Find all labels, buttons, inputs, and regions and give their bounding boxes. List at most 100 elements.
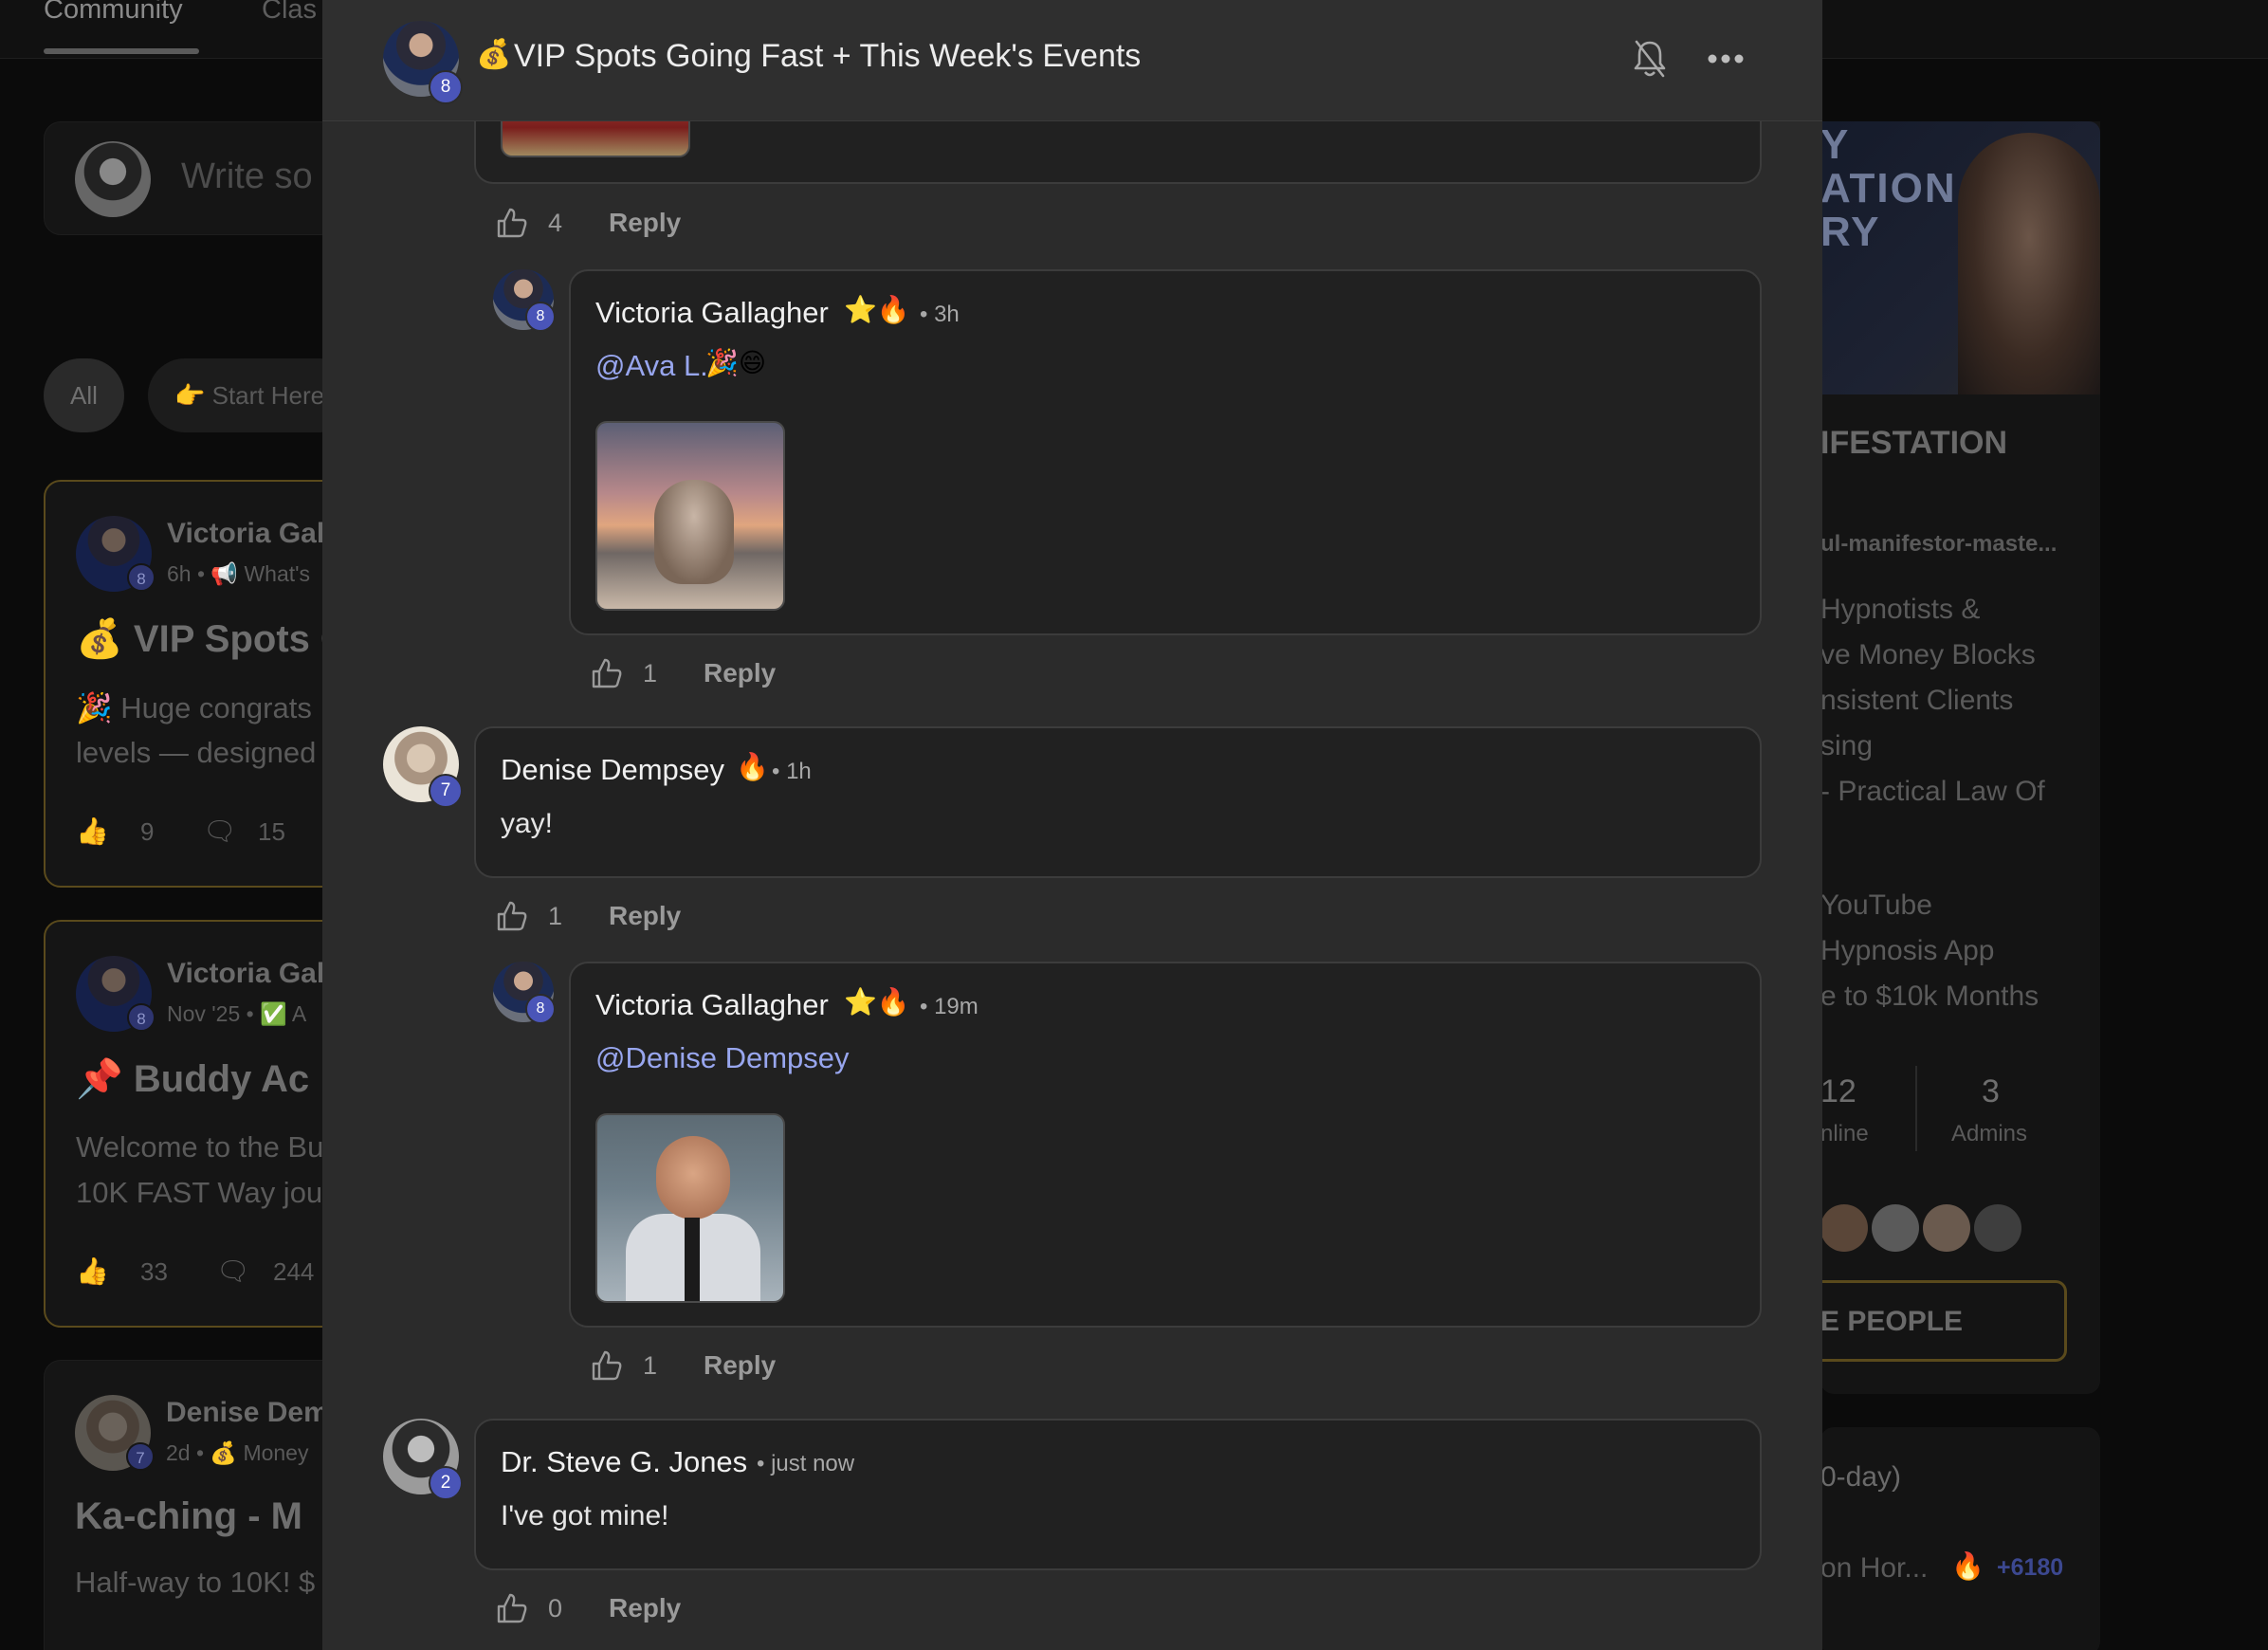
filter-chip-all[interactable]: All — [44, 358, 124, 432]
thumbs-up-icon[interactable] — [590, 1348, 624, 1383]
leader-name[interactable]: on Hor... — [1820, 1552, 1928, 1585]
active-tab-indicator — [44, 48, 199, 54]
group-link[interactable]: e to $10k Months — [1820, 981, 2039, 1013]
comment-author[interactable]: Denise Dempsey — [501, 753, 724, 787]
moneybag-icon: 💰 — [476, 39, 512, 70]
thumbs-up-icon[interactable]: 👍 — [76, 1256, 109, 1287]
post-excerpt: levels — designed — [76, 736, 317, 769]
tab-community[interactable]: Community — [44, 0, 183, 26]
comment-time: • 1h — [772, 759, 812, 784]
level-badge: 7 — [429, 774, 463, 808]
post-excerpt: Welcome to the Bu — [76, 1130, 324, 1164]
like-count: 1 — [548, 901, 563, 930]
group-url[interactable]: ul-manifestor-maste... — [1820, 531, 2057, 558]
level-badge: 8 — [127, 563, 155, 592]
group-description: nsistent Clients — [1820, 685, 2014, 716]
comment-actions: 4 Reply — [495, 204, 681, 242]
author-badges: 🔥 — [736, 752, 769, 781]
bell-off-icon[interactable] — [1631, 38, 1669, 80]
level-badge: 8 — [525, 994, 556, 1024]
group-description: - Practical Law Of — [1820, 776, 2045, 807]
group-link[interactable]: YouTube — [1820, 889, 1932, 922]
like-count: 0 — [548, 1593, 563, 1622]
comment-icon: 🗨 — [216, 1256, 250, 1286]
leader-points: +6180 — [1997, 1554, 2064, 1581]
post-title: VIP Spots Going Fast + This Week's Event… — [514, 38, 1142, 74]
comment-actions: 1 Reply — [590, 1347, 776, 1384]
reply-button[interactable]: Reply — [609, 208, 681, 238]
thumbs-up-icon[interactable]: 👍 — [76, 816, 109, 847]
comment-author[interactable]: Victoria Gallagher — [595, 988, 829, 1022]
post-meta: Nov '25 • ✅ A — [167, 1001, 307, 1026]
member-avatars — [1820, 1204, 2086, 1254]
stat-label: Admins — [1951, 1121, 2028, 1146]
tab-classroom[interactable]: Clas — [262, 0, 317, 26]
host-photo — [1958, 133, 2100, 394]
post-meta: 6h • 📢 What's — [167, 561, 311, 586]
comment-text: I've got mine! — [501, 1500, 669, 1531]
comment-text: yay! — [501, 808, 554, 839]
comment-time: • just now — [757, 1451, 855, 1476]
post-author: Denise Dem — [166, 1397, 329, 1428]
user-mention[interactable]: @Ava L. — [595, 349, 708, 383]
modal-header: 8 💰 VIP Spots Going Fast + This Week's E… — [322, 0, 1822, 121]
reply-button[interactable]: Reply — [704, 658, 776, 688]
gif-dancing-seal[interactable] — [595, 421, 785, 611]
post-title: 💰 VIP Spots G — [76, 618, 347, 660]
like-count: 1 — [643, 1350, 658, 1380]
avatar — [75, 141, 151, 217]
comment-icon: 🗨 — [203, 816, 237, 846]
post-card[interactable]: 8 Victoria Gal Nov '25 • ✅ A 📌 Buddy Ac … — [44, 920, 347, 1328]
level-badge: 2 — [429, 1466, 463, 1500]
thumbs-up-icon[interactable] — [495, 899, 529, 933]
like-count: 33 — [140, 1257, 168, 1286]
post-author: Victoria Gal — [167, 958, 325, 989]
app-root: { "background": { "tabs": [ {"label": "C… — [0, 0, 2268, 1650]
divider — [1915, 1066, 1917, 1151]
invite-people-button[interactable]: E PEOPLE — [1811, 1280, 2067, 1362]
stat-value: 12 — [1820, 1073, 1856, 1109]
level-badge: 8 — [429, 70, 463, 104]
reply-button[interactable]: Reply — [609, 1593, 681, 1623]
post-meta: 2d • 💰 Money — [166, 1440, 309, 1465]
group-cover-image: Y ATION RY — [1792, 121, 2100, 394]
comment-bubble: Victoria Gallagher ⭐🔥 • 19m @Denise Demp… — [569, 962, 1762, 1328]
comment-actions: 1 Reply — [590, 654, 776, 692]
like-count: 9 — [140, 817, 155, 846]
stat-label: nline — [1820, 1121, 1869, 1146]
comment-time: • 19m — [920, 994, 979, 1019]
like-count: 4 — [548, 208, 563, 237]
stat-value: 3 — [1982, 1073, 2000, 1109]
thumbs-up-icon[interactable] — [590, 656, 624, 690]
post-modal: 8 💰 VIP Spots Going Fast + This Week's E… — [322, 0, 1822, 1650]
group-link[interactable]: Hypnosis App — [1820, 935, 1994, 967]
comment-time: • 3h — [920, 302, 960, 327]
comment-author[interactable]: Dr. Steve G. Jones — [501, 1445, 747, 1479]
post-composer[interactable]: Write so — [44, 121, 338, 235]
level-badge: 8 — [127, 1003, 155, 1032]
group-description: sing — [1820, 730, 1874, 761]
thumbs-up-icon[interactable] — [495, 206, 529, 240]
post-title: 📌 Buddy Ac — [76, 1058, 310, 1100]
author-badges: ⭐🔥 — [844, 295, 910, 324]
user-mention[interactable]: @Denise Dempsey — [595, 1041, 850, 1075]
reply-button[interactable]: Reply — [704, 1350, 776, 1381]
post-card[interactable]: 8 Victoria Gal 6h • 📢 What's 💰 VIP Spots… — [44, 480, 347, 888]
comment-bubble: Dr. Steve G. Jones • just now I've got m… — [474, 1419, 1762, 1570]
thumbs-up-icon[interactable] — [495, 1591, 529, 1625]
reply-button[interactable]: Reply — [609, 901, 681, 931]
level-badge: 8 — [525, 302, 556, 332]
comment-actions: 1 Reply — [495, 897, 681, 935]
composer-placeholder: Write so — [181, 156, 313, 196]
comment-author[interactable]: Victoria Gallagher — [595, 296, 829, 330]
comment-actions: 0 Reply — [495, 1589, 681, 1627]
post-excerpt: 🎉 Huge congrats — [76, 691, 312, 724]
post-card[interactable]: 7 Denise Dem 2d • 💰 Money Ka-ching - M H… — [44, 1360, 347, 1650]
gif-excited-man[interactable] — [595, 1113, 785, 1303]
comment-count: 244 — [273, 1257, 315, 1286]
post-author: Victoria Gal — [167, 518, 325, 549]
post-title: Ka-ching - M — [75, 1495, 302, 1537]
more-icon[interactable] — [1707, 51, 1745, 66]
comment-emoji: 🎉😄 — [705, 348, 767, 377]
post-excerpt: 10K FAST Way jou — [76, 1176, 323, 1209]
